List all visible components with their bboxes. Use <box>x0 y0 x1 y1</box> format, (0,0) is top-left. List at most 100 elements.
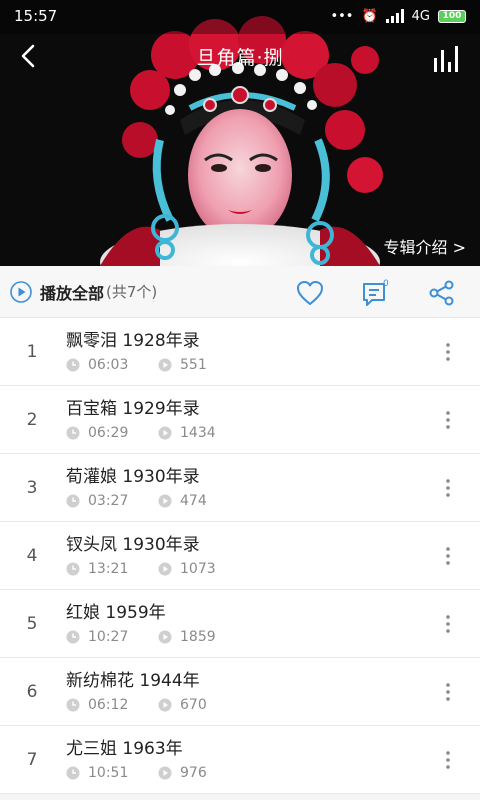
track-duration: 06:29 <box>88 425 129 441</box>
more-vertical-icon <box>446 683 450 701</box>
track-plays: 1434 <box>180 425 216 441</box>
track-plays: 976 <box>180 765 207 781</box>
track-duration: 06:03 <box>88 357 129 373</box>
clock-icon <box>66 426 80 440</box>
play-count-icon <box>158 630 172 644</box>
play-count-icon <box>158 426 172 440</box>
share-icon <box>429 280 454 306</box>
back-button[interactable] <box>0 34 56 78</box>
play-count-icon <box>158 766 172 780</box>
track-more-button[interactable] <box>434 542 462 570</box>
album-banner: 15:57 ••• ⏰ 4G 100 旦角篇·捌 专辑介绍 > <box>0 0 480 266</box>
eq-bar <box>455 46 458 72</box>
comment-button[interactable]: 0 <box>360 277 392 309</box>
track-meta: 06:29 1434 <box>66 425 216 441</box>
track-meta: 13:21 1073 <box>66 561 216 577</box>
track-more-button[interactable] <box>434 678 462 706</box>
play-count-icon <box>158 698 172 712</box>
back-arrow-icon <box>21 44 35 68</box>
track-plays: 474 <box>180 493 207 509</box>
track-plays: 670 <box>180 697 207 713</box>
track-more-button[interactable] <box>434 746 462 774</box>
play-count-icon <box>158 494 172 508</box>
play-count-icon <box>158 562 172 576</box>
track-duration: 06:12 <box>88 697 129 713</box>
eq-bar <box>434 58 437 72</box>
track-title: 荀灌娘 1930年录 <box>66 467 200 487</box>
track-duration: 13:21 <box>88 561 129 577</box>
track-row[interactable]: 1 飘零泪 1928年录 06:03 551 <box>0 318 480 386</box>
clock-icon <box>66 766 80 780</box>
comment-count: 0 <box>383 279 389 289</box>
track-row[interactable]: 5 红娘 1959年 10:27 1859 <box>0 590 480 658</box>
track-more-button[interactable] <box>434 610 462 638</box>
more-notifications-icon: ••• <box>330 8 354 24</box>
track-more-button[interactable] <box>434 406 462 434</box>
track-title: 红娘 1959年 <box>66 603 166 623</box>
track-duration: 03:27 <box>88 493 129 509</box>
more-vertical-icon <box>446 411 450 429</box>
track-index: 7 <box>26 750 38 770</box>
play-circle-icon <box>10 280 32 303</box>
track-index: 4 <box>26 546 38 566</box>
track-index: 6 <box>26 682 38 702</box>
track-duration: 10:51 <box>88 765 129 781</box>
track-title: 飘零泪 1928年录 <box>66 331 200 351</box>
favorite-button[interactable] <box>294 277 326 309</box>
top-bar: 旦角篇·捌 <box>0 34 480 78</box>
track-plays: 1073 <box>180 561 216 577</box>
clock-icon <box>66 630 80 644</box>
eq-bar <box>448 62 451 72</box>
clock-icon <box>66 358 80 372</box>
track-row[interactable]: 4 钗头凤 1930年录 13:21 1073 <box>0 522 480 590</box>
track-count: (共7个) <box>106 283 158 301</box>
track-row[interactable]: 3 荀灌娘 1930年录 03:27 474 <box>0 454 480 522</box>
play-all-button[interactable]: 播放全部 (共7个) <box>0 266 157 318</box>
more-vertical-icon <box>446 479 450 497</box>
eq-bar <box>441 50 444 72</box>
now-playing-button[interactable] <box>426 40 466 72</box>
more-vertical-icon <box>446 547 450 565</box>
track-meta: 10:51 976 <box>66 765 207 781</box>
album-intro-link[interactable]: 专辑介绍 > <box>384 234 467 258</box>
play-count-icon <box>158 358 172 372</box>
track-duration: 10:27 <box>88 629 129 645</box>
track-title: 钗头凤 1930年录 <box>66 535 200 555</box>
track-index: 5 <box>26 614 38 634</box>
heart-icon <box>297 281 323 305</box>
track-index: 1 <box>26 342 38 362</box>
track-meta: 06:12 670 <box>66 697 207 713</box>
track-meta: 10:27 1859 <box>66 629 216 645</box>
more-vertical-icon <box>446 615 450 633</box>
track-index: 3 <box>26 478 38 498</box>
comment-icon: 0 <box>363 279 389 306</box>
track-row[interactable]: 6 新纺棉花 1944年 06:12 670 <box>0 658 480 726</box>
track-plays: 1859 <box>180 629 216 645</box>
clock-icon <box>66 494 80 508</box>
track-row[interactable]: 2 百宝箱 1929年录 06:29 1434 <box>0 386 480 454</box>
track-index: 2 <box>26 410 38 430</box>
track-title: 百宝箱 1929年录 <box>66 399 200 419</box>
signal-icon <box>385 9 404 23</box>
alarm-off-icon: ⏰ <box>361 8 378 24</box>
status-bar: 15:57 ••• ⏰ 4G 100 <box>0 0 480 32</box>
share-button[interactable] <box>426 277 458 309</box>
clock-icon <box>66 698 80 712</box>
track-more-button[interactable] <box>434 338 462 366</box>
play-all-label: 播放全部 <box>40 283 105 303</box>
more-vertical-icon <box>446 343 450 361</box>
clock-icon <box>66 562 80 576</box>
track-row[interactable]: 7 尤三姐 1963年 10:51 976 <box>0 726 480 794</box>
network-type: 4G <box>411 8 430 24</box>
action-bar: 播放全部 (共7个) 0 <box>0 266 480 318</box>
track-more-button[interactable] <box>434 474 462 502</box>
track-meta: 03:27 474 <box>66 493 207 509</box>
track-list: 1 飘零泪 1928年录 06:03 551 2 百宝箱 1929年录 06:2… <box>0 318 480 794</box>
track-meta: 06:03 551 <box>66 357 207 373</box>
more-vertical-icon <box>446 751 450 769</box>
status-time: 15:57 <box>14 7 58 25</box>
battery-icon: 100 <box>438 9 466 23</box>
track-title: 新纺棉花 1944年 <box>66 671 200 691</box>
track-plays: 551 <box>180 357 207 373</box>
album-title: 旦角篇·捌 <box>196 46 284 69</box>
